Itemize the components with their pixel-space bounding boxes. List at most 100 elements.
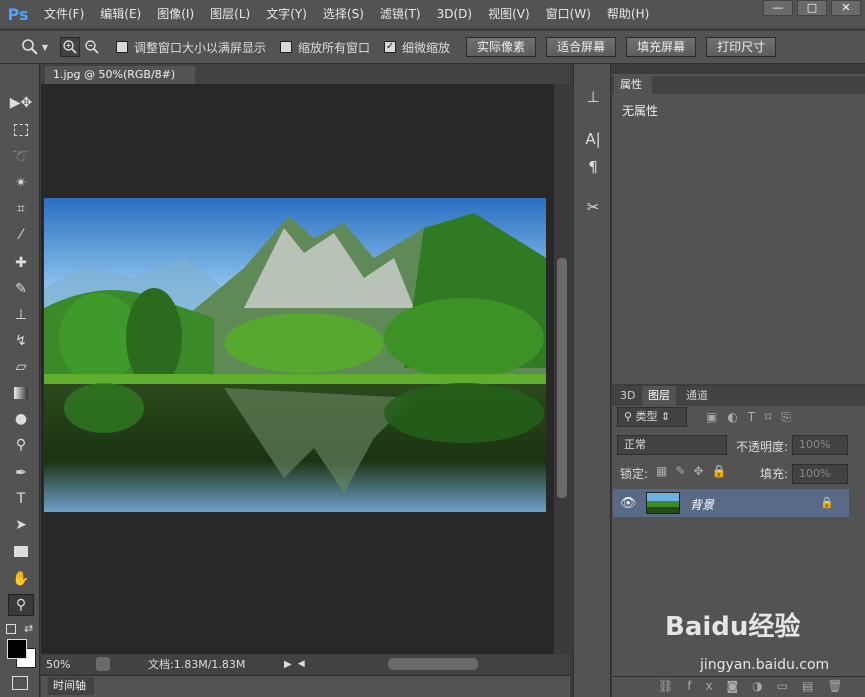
- zoom-all-option[interactable]: 缩放所有窗口: [280, 39, 370, 56]
- document-tab-title: 1.jpg @ 50%(RGB/8#): [53, 68, 176, 81]
- layer-name[interactable]: 背景: [690, 496, 714, 513]
- vertical-scroll-thumb[interactable]: [557, 258, 567, 498]
- path-selection-tool-icon[interactable]: ➤: [8, 514, 34, 536]
- lock-label: 锁定:: [620, 467, 649, 481]
- zoom-out-icon[interactable]: [82, 37, 102, 57]
- default-colors-icon[interactable]: [6, 624, 16, 634]
- layer-footer-icons[interactable]: ⛓fx◙◑▭▤🗑: [658, 679, 857, 693]
- resize-windows-checkbox[interactable]: [116, 41, 128, 53]
- maximize-button[interactable]: □: [797, 0, 827, 16]
- crop-tool-icon[interactable]: ⌗: [8, 198, 34, 220]
- healing-brush-tool-icon[interactable]: ✚: [8, 252, 34, 274]
- move-tool-icon[interactable]: ▶✥: [8, 92, 34, 114]
- layer-filter-select[interactable]: ⚲ 类型 ⇕: [617, 407, 687, 427]
- foreground-color-swatch[interactable]: [7, 639, 27, 659]
- watermark-url: jingyan.baidu.com: [700, 657, 830, 673]
- menu-bar: Ps 文件(F) 编辑(E) 图像(I) 图层(L) 文字(Y) 选择(S) 滤…: [0, 0, 865, 28]
- menu-image[interactable]: 图像(I): [149, 0, 202, 28]
- gradient-tool-icon[interactable]: [8, 382, 34, 404]
- zoom-all-checkbox[interactable]: [280, 41, 293, 53]
- menu-file[interactable]: 文件(F): [36, 0, 92, 28]
- watermark-brand: Baidu经验: [665, 612, 801, 642]
- type-tool-icon[interactable]: T: [8, 488, 34, 510]
- layer-filter-icons[interactable]: ▣◐T⌑⎘: [706, 410, 801, 425]
- zoom-in-icon[interactable]: [60, 37, 80, 57]
- scroll-left-icon[interactable]: ◀: [298, 659, 305, 669]
- tools-panel: ▶✥ ➰ ✴ ⌗ ⁄ ✚ ✎ ⊥ ↯ ▱ ● ⚲ ✒ T ➤ ✋ ⚲ ⇄: [0, 64, 40, 697]
- zoom-tool-icon[interactable]: ⚲: [8, 594, 34, 616]
- options-bar: ▼ 调整窗口大小以满屏显示 缩放所有窗口 ✓ 细微缩放 实际像素 适合屏幕 填充…: [0, 30, 865, 64]
- resize-windows-label: 调整窗口大小以满屏显示: [134, 40, 267, 55]
- brush-tool-icon[interactable]: ✎: [8, 278, 34, 300]
- lasso-tool-icon[interactable]: ➰: [8, 146, 34, 168]
- blend-mode-value: 正常: [624, 438, 646, 451]
- status-bar: 50% 文档:1.83M/1.83M ▶ ◀: [41, 654, 570, 674]
- scrubby-zoom-label: 细微缩放: [402, 40, 451, 55]
- menu-select[interactable]: 选择(S): [315, 0, 372, 28]
- magic-wand-tool-icon[interactable]: ✴: [8, 172, 34, 194]
- tab-channels[interactable]: 通道: [680, 386, 714, 406]
- menu-layer[interactable]: 图层(L): [202, 0, 258, 28]
- menu-help[interactable]: 帮助(H): [599, 0, 657, 28]
- blend-mode-select[interactable]: 正常: [617, 435, 727, 455]
- lock-icon: 🔒: [820, 496, 834, 509]
- scrubby-zoom-checkbox[interactable]: ✓: [384, 41, 397, 53]
- lock-icons[interactable]: ▦✎✥🔒: [656, 464, 734, 478]
- menu-3d[interactable]: 3D(D): [429, 0, 480, 28]
- menu-filter[interactable]: 滤镜(T): [372, 0, 429, 28]
- layers-footer: ⛓fx◙◑▭▤🗑: [612, 676, 865, 697]
- layer-thumbnail: [646, 492, 680, 514]
- opacity-field[interactable]: 100%: [792, 435, 848, 455]
- fill-screen-button[interactable]: 填充屏幕: [626, 37, 697, 57]
- scrubby-zoom-option[interactable]: ✓ 细微缩放: [384, 39, 450, 56]
- window-controls: — □ ✕: [763, 0, 861, 16]
- menu-type[interactable]: 文字(Y): [258, 0, 315, 28]
- opacity-label: 不透明度:: [736, 440, 789, 454]
- dodge-tool-icon[interactable]: ⚲: [8, 434, 34, 456]
- properties-body: [612, 94, 865, 366]
- menu-view[interactable]: 视图(V): [480, 0, 538, 28]
- layer-filter-value: 类型: [635, 410, 658, 423]
- clone-stamp-tool-icon[interactable]: ⊥: [8, 304, 34, 326]
- eye-icon[interactable]: 👁: [620, 496, 637, 511]
- pen-tool-icon[interactable]: ✒: [8, 462, 34, 484]
- print-size-button[interactable]: 打印尺寸: [706, 37, 777, 57]
- share-icon[interactable]: [96, 657, 110, 671]
- eraser-tool-icon[interactable]: ▱: [8, 356, 34, 378]
- resize-windows-option[interactable]: 调整窗口大小以满屏显示: [116, 39, 266, 56]
- blur-tool-icon[interactable]: ●: [8, 408, 34, 430]
- status-menu-arrow-icon[interactable]: ▶: [284, 659, 292, 670]
- swap-colors-icon[interactable]: ⇄: [24, 622, 33, 635]
- close-button[interactable]: ✕: [831, 0, 861, 16]
- rectangle-tool-icon[interactable]: [8, 540, 34, 562]
- doc-size-info: 文档:1.83M/1.83M: [148, 658, 246, 671]
- menu-window[interactable]: 窗口(W): [538, 0, 599, 28]
- actual-pixels-button[interactable]: 实际像素: [466, 37, 537, 57]
- minimize-button[interactable]: —: [763, 0, 793, 16]
- ps-logo: Ps: [7, 4, 29, 24]
- chevron-down-icon[interactable]: ▼: [40, 37, 50, 57]
- properties-tab[interactable]: 属性: [614, 76, 652, 94]
- fit-screen-button[interactable]: 适合屏幕: [546, 37, 617, 57]
- character-icon[interactable]: A|: [582, 128, 604, 150]
- hand-tool-icon[interactable]: ✋: [8, 568, 34, 590]
- eyedropper-tool-icon[interactable]: ⁄: [8, 224, 34, 246]
- fill-label: 填充:: [760, 467, 789, 481]
- history-brush-tool-icon[interactable]: ↯: [8, 330, 34, 352]
- quick-mask-icon[interactable]: [12, 676, 28, 690]
- tool-presets-icon[interactable]: ✂: [582, 196, 604, 218]
- fill-field[interactable]: 100%: [792, 464, 848, 484]
- timeline-tab[interactable]: 时间轴: [48, 677, 94, 695]
- tab-3d[interactable]: 3D: [614, 386, 641, 406]
- zoom-level[interactable]: 50%: [46, 658, 86, 671]
- document-tab[interactable]: 1.jpg @ 50%(RGB/8#) ×: [45, 66, 195, 99]
- landscape-photo[interactable]: [44, 198, 546, 512]
- photoshop-window: Ps 文件(F) 编辑(E) 图像(I) 图层(L) 文字(Y) 选择(S) 滤…: [0, 0, 865, 697]
- paragraph-icon[interactable]: ¶: [582, 156, 604, 178]
- menu-edit[interactable]: 编辑(E): [92, 0, 149, 28]
- marquee-tool-icon[interactable]: [8, 119, 34, 141]
- horizontal-scroll-thumb[interactable]: [388, 658, 478, 670]
- tab-layers[interactable]: 图层: [642, 386, 676, 406]
- zoom-tool-preset-icon[interactable]: [20, 37, 40, 57]
- clone-source-icon[interactable]: ⊥: [582, 86, 604, 108]
